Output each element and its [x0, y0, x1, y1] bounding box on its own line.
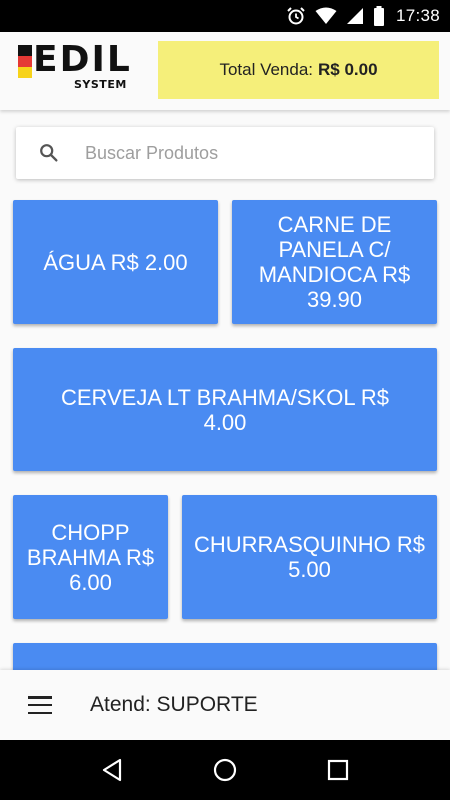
recents-button[interactable]	[318, 750, 358, 790]
edil-system-logo: EDIL SYSTEM	[18, 39, 138, 93]
search-input[interactable]	[85, 142, 385, 164]
bottom-bar: Atend: SUPORTE	[0, 670, 450, 740]
navigation-bar	[0, 740, 450, 800]
product-button-cerveja[interactable]: CERVEJA LT BRAHMA/SKOL R$ 4.00	[13, 348, 437, 471]
product-label: CERVEJA LT BRAHMA/SKOL R$ 4.00	[60, 384, 390, 435]
product-button-chopp[interactable]: CHOPP BRAHMA R$ 6.00	[13, 495, 168, 619]
alarm-icon	[287, 7, 305, 25]
status-bar: 17:38	[0, 0, 450, 32]
battery-icon	[373, 6, 384, 26]
home-icon	[213, 758, 237, 782]
status-time: 17:38	[395, 6, 440, 25]
search-bar[interactable]	[16, 127, 434, 179]
total-sale-label: Total Venda:	[219, 60, 314, 79]
back-icon	[102, 758, 121, 782]
attendant-label: Atend: SUPORTE	[90, 693, 258, 716]
product-label: CARNE DE PANELA C/ MANDIOCA R$ 39.90	[258, 212, 411, 312]
product-button-agua[interactable]: ÁGUA R$ 2.00	[13, 200, 218, 324]
product-label: CHURRASQUINHO R$ 5.00	[193, 532, 426, 582]
app-header: EDIL SYSTEM Total Venda: R$ 0.00	[0, 32, 450, 110]
back-button[interactable]	[92, 750, 132, 790]
product-button-carne-de-panela[interactable]: CARNE DE PANELA C/ MANDIOCA R$ 39.90	[232, 200, 437, 324]
total-sale-box: Total Venda: R$ 0.00	[158, 41, 439, 99]
total-sale-value: R$ 0.00	[318, 60, 378, 79]
menu-icon[interactable]	[28, 696, 52, 714]
search-icon	[40, 144, 58, 162]
logo-text: EDIL	[33, 39, 132, 80]
home-button[interactable]	[205, 750, 245, 790]
product-label: CHOPP BRAHMA R$ 6.00	[26, 519, 155, 595]
wifi-icon	[315, 7, 337, 24]
app-screen: 17:38 EDIL SYSTEM Total Venda: R$ 0.00 Á…	[0, 0, 450, 800]
recents-icon	[328, 759, 349, 781]
product-label: ÁGUA R$ 2.00	[43, 249, 188, 275]
logo-stripes	[18, 45, 32, 78]
logo-subtext: SYSTEM	[74, 78, 127, 91]
product-button-churrasquinho[interactable]: CHURRASQUINHO R$ 5.00	[182, 495, 437, 619]
signal-icon	[346, 8, 363, 24]
